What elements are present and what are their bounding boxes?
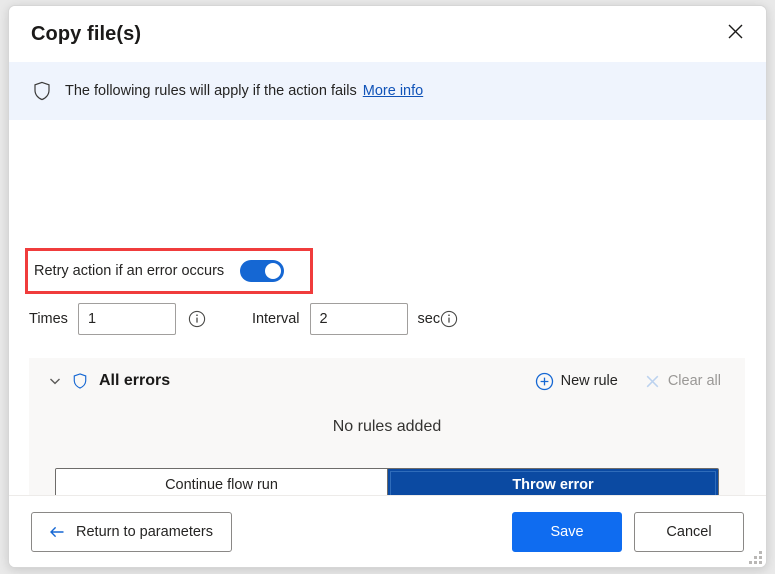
interval-input[interactable] xyxy=(310,304,407,334)
page-title: Copy file(s) xyxy=(31,22,142,45)
close-icon xyxy=(727,23,744,45)
copy-files-dialog: Copy file(s) The following rules will ap… xyxy=(8,5,767,568)
segment-continue-flow-run[interactable]: Continue flow run xyxy=(56,469,387,495)
arrow-left-icon xyxy=(48,523,66,541)
clear-all-button[interactable]: Clear all xyxy=(644,373,721,390)
chevron-down-icon[interactable] xyxy=(47,373,63,389)
save-button[interactable]: Save xyxy=(512,511,622,552)
more-info-link[interactable]: More info xyxy=(363,83,423,99)
retry-action-label: Retry action if an error occurs xyxy=(34,263,225,279)
all-errors-title: All errors xyxy=(99,372,171,389)
error-behavior-segmented-control: Continue flow run Throw error xyxy=(55,468,719,495)
new-rule-button[interactable]: New rule xyxy=(535,372,618,391)
interval-stepper[interactable] xyxy=(309,303,408,335)
info-banner: The following rules will apply if the ac… xyxy=(9,62,766,120)
all-errors-header: All errors New rule Clear all xyxy=(29,358,745,404)
close-icon xyxy=(644,373,661,390)
new-rule-label: New rule xyxy=(560,373,618,389)
resize-grip[interactable] xyxy=(749,551,763,565)
banner-message: The following rules will apply if the ac… xyxy=(65,83,357,99)
retry-settings-row: Times 1 Interval 2 sec xyxy=(29,303,458,335)
times-info-icon[interactable] xyxy=(188,310,206,328)
times-label: Times xyxy=(29,311,68,327)
times-stepper[interactable] xyxy=(77,303,176,335)
shield-icon xyxy=(31,80,53,102)
interval-label: Interval xyxy=(251,311,300,327)
retry-action-toggle[interactable] xyxy=(240,260,285,282)
dialog-body: Retry action if an error occurs Times 1 … xyxy=(9,120,766,495)
return-to-parameters-button[interactable]: Return to parameters xyxy=(31,511,233,552)
close-button[interactable] xyxy=(718,17,752,51)
dialog-titlebar: Copy file(s) xyxy=(9,6,766,62)
times-input[interactable] xyxy=(78,304,175,334)
retry-action-row: Retry action if an error occurs xyxy=(34,256,304,286)
dialog-footer: Return to parameters Save Cancel xyxy=(9,495,766,567)
interval-info-icon[interactable] xyxy=(440,310,458,328)
interval-unit-label: sec xyxy=(417,311,441,327)
segment-throw-error[interactable]: Throw error xyxy=(387,469,718,495)
toggle-knob xyxy=(265,263,282,279)
clear-all-label: Clear all xyxy=(667,373,721,389)
plus-circle-icon xyxy=(535,372,554,391)
shield-icon xyxy=(71,372,89,390)
return-to-parameters-label: Return to parameters xyxy=(76,523,214,540)
cancel-button[interactable]: Cancel xyxy=(634,511,744,552)
empty-state-text: No rules added xyxy=(332,418,442,435)
banner-text-group: The following rules will apply if the ac… xyxy=(65,83,423,99)
all-errors-card: All errors New rule Clear all No rules a… xyxy=(29,358,745,495)
